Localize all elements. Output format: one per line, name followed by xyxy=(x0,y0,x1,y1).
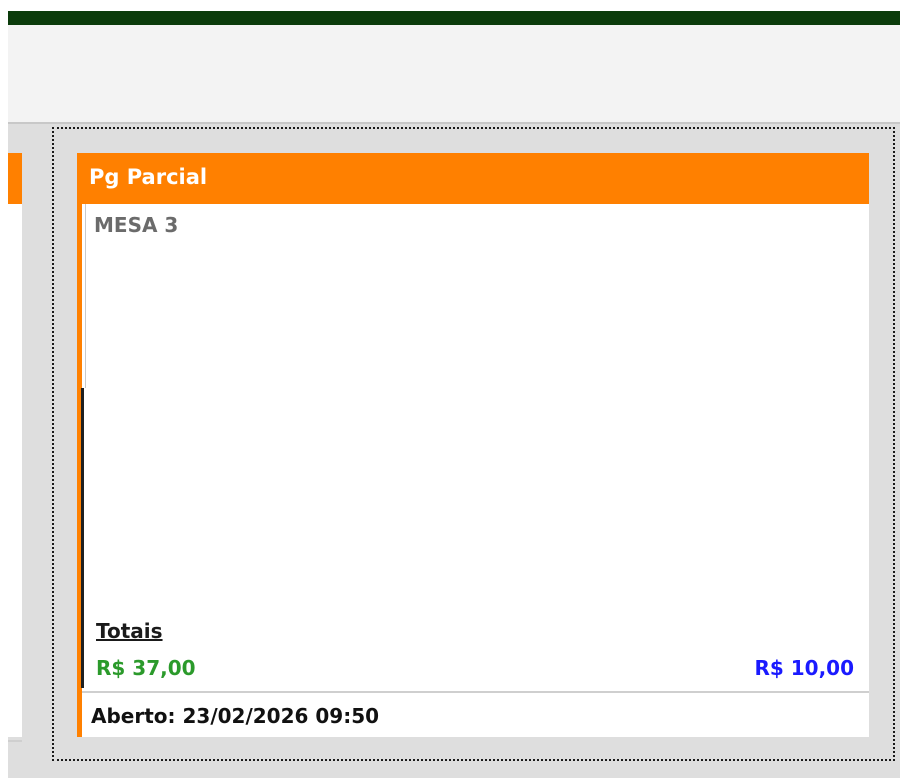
table-card-partial[interactable] xyxy=(8,153,22,742)
card-body: MESA 3 Totais R$ 37,00 R$ 10,00 Aberto: … xyxy=(77,204,869,737)
total-paid-value: R$ 10,00 xyxy=(754,656,854,680)
card-header: Pg Parcial xyxy=(77,153,869,204)
top-bar xyxy=(8,11,900,25)
card-status-label: Pg Parcial xyxy=(89,165,208,189)
accent-line xyxy=(85,204,86,388)
table-card-mesa-3[interactable]: Pg Parcial MESA 3 Totais R$ 37,00 R$ 10,… xyxy=(77,153,869,737)
table-name: MESA 3 xyxy=(94,213,179,237)
totals-label: Totais xyxy=(96,619,163,643)
total-consumed-value: R$ 37,00 xyxy=(96,656,196,680)
opened-at-timestamp: Aberto: 23/02/2026 09:50 xyxy=(91,704,380,728)
toolbar-area xyxy=(8,25,900,122)
card-divider xyxy=(8,740,22,742)
card-divider xyxy=(82,691,869,693)
card-header xyxy=(8,153,22,204)
card-body xyxy=(8,204,22,742)
accent-marker xyxy=(81,388,84,688)
app-screen: Pg Parcial MESA 3 Totais R$ 37,00 R$ 10,… xyxy=(0,0,900,778)
